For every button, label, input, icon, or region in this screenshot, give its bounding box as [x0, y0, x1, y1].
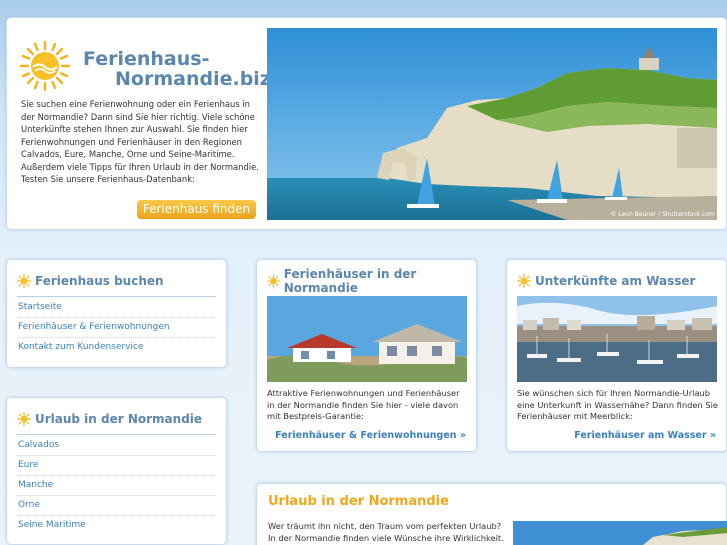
- ferienhaus-finden-button[interactable]: Ferienhaus finden: [137, 200, 256, 219]
- box-title: Unterkünfte am Wasser: [517, 272, 695, 290]
- sun-logo-icon[interactable]: [19, 40, 71, 92]
- sun-icon: [517, 274, 531, 288]
- hero-panel: Ferienhaus- Normandie.biz Sie suchen ein…: [6, 17, 727, 230]
- sun-icon: [17, 274, 31, 288]
- box-title: Ferienhaus buchen: [17, 272, 164, 290]
- nav-item-seine-maritime[interactable]: Seine Maritime: [17, 516, 216, 536]
- card-unterkuenfte-wasser: Unterkünfte am Wasser Sie wünschen sich …: [506, 259, 727, 452]
- divider: [17, 296, 216, 297]
- nav-item-orne[interactable]: Orne: [17, 496, 216, 516]
- hero-photo-etretat: © Leon Beuner / Shutterstock.com: [267, 28, 717, 220]
- nav-item-startseite[interactable]: Startseite: [17, 298, 216, 318]
- urlaub-panel: Urlaub in der Normandie Wer träumt ihn n…: [256, 483, 727, 545]
- nav-item-ferienhaeuser[interactable]: Ferienhäuser & Ferienwohnungen: [17, 318, 216, 338]
- card-wasser-link[interactable]: Ferienhäuser am Wasser »: [574, 430, 716, 441]
- card-wasser-title[interactable]: Unterkünfte am Wasser: [535, 274, 695, 288]
- sun-icon: [17, 412, 31, 426]
- urlaub-text: Wer träumt ihn nicht, den Traum vom perf…: [268, 521, 504, 543]
- photo-credit: © Leon Beuner / Shutterstock.com: [610, 211, 715, 218]
- nav-item-eure[interactable]: Eure: [17, 456, 216, 476]
- urlaub-heading[interactable]: Urlaub in der Normandie: [268, 494, 449, 509]
- nav-buchen-list: Startseite Ferienhäuser & Ferienwohnunge…: [17, 298, 216, 358]
- nav-item-manche[interactable]: Manche: [17, 476, 216, 496]
- box-title: Urlaub in der Normandie: [17, 410, 202, 428]
- nav-buchen-title: Ferienhaus buchen: [35, 274, 164, 288]
- box-title: Ferienhäuser in der Normandie: [267, 267, 476, 295]
- nav-box-ferienhaus-buchen: Ferienhaus buchen Startseite Ferienhäuse…: [6, 259, 227, 368]
- card-wasser-text: Sie wünschen sich für Ihren Normandie-Ur…: [517, 388, 719, 421]
- card-normandie-link[interactable]: Ferienhäuser & Ferienwohnungen »: [275, 430, 466, 441]
- nav-urlaub-list: Calvados Eure Manche Orne Seine Maritime: [17, 436, 216, 536]
- card-normandie-text: Attraktive Ferienwohnungen und Ferienhäu…: [267, 388, 460, 421]
- card-normandie-photo[interactable]: [267, 296, 467, 382]
- card-ferienhaeuser-normandie: Ferienhäuser in der Normandie Attraktive…: [256, 259, 477, 452]
- hero-intro-text: Sie suchen eine Ferienwohnung oder ein F…: [21, 99, 259, 184]
- nav-urlaub-title: Urlaub in der Normandie: [35, 412, 203, 426]
- brand-title-line1[interactable]: Ferienhaus-: [83, 48, 209, 70]
- nav-item-calvados[interactable]: Calvados: [17, 436, 216, 456]
- urlaub-photo: [513, 521, 727, 545]
- card-wasser-photo[interactable]: [517, 296, 717, 382]
- card-normandie-title[interactable]: Ferienhäuser in der Normandie: [284, 267, 476, 295]
- nav-item-kontakt[interactable]: Kontakt zum Kundenservice: [17, 338, 216, 358]
- nav-box-urlaub: Urlaub in der Normandie Calvados Eure Ma…: [6, 397, 227, 545]
- divider: [17, 434, 216, 435]
- brand-title-line2[interactable]: Normandie.biz: [115, 68, 271, 90]
- sun-icon: [267, 274, 280, 288]
